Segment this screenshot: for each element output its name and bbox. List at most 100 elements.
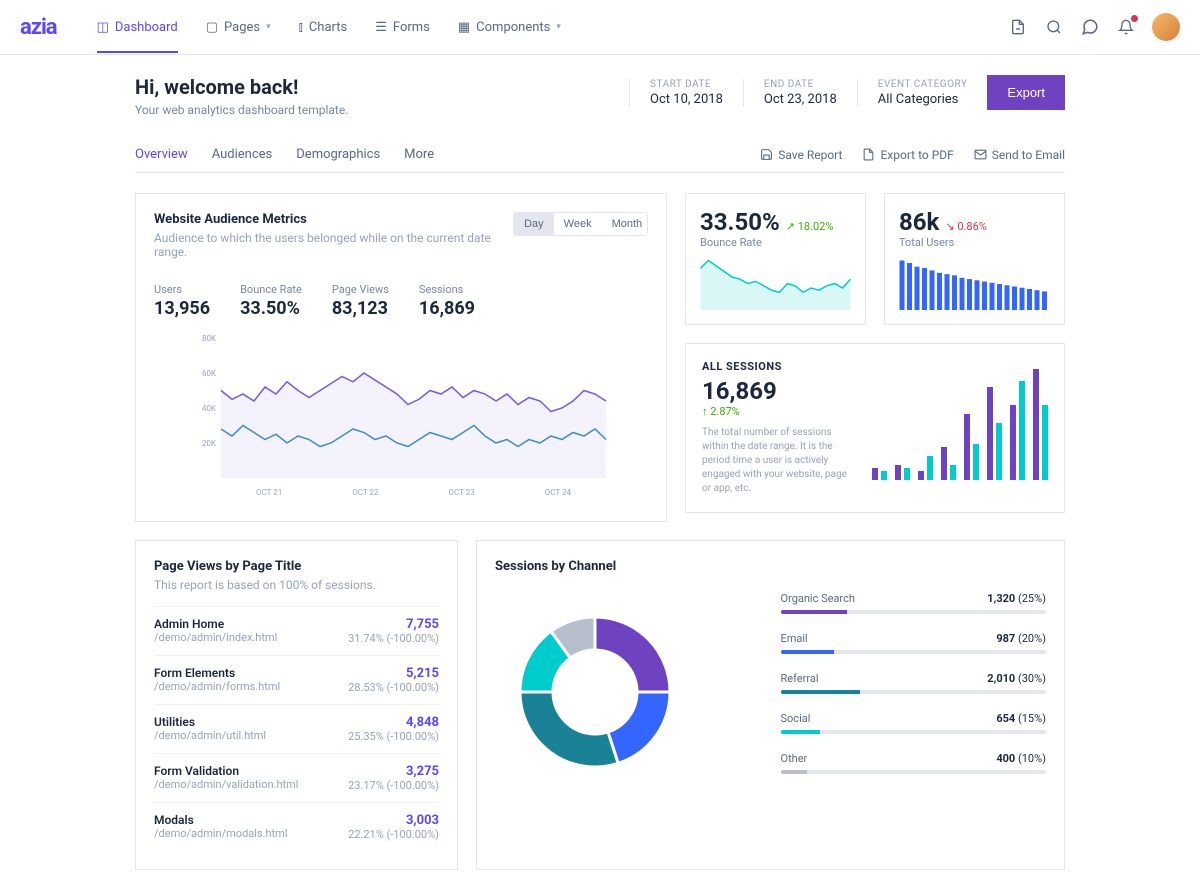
nav-icon: ◫ — [97, 20, 109, 35]
end-date-label: END DATE — [764, 79, 837, 90]
nav-icons — [1008, 13, 1180, 41]
all-sessions-card: ALL SESSIONS 16,869 ↑ 2.87% The total nu… — [685, 343, 1065, 513]
nav-left: azia ◫Dashboard ▢Pages▾ ⫾Charts ☰Forms ▦Comp… — [20, 2, 561, 53]
chevron-down-icon: ▾ — [556, 22, 561, 32]
audience-metrics-card: Website Audience Metrics Audience to whi… — [135, 193, 667, 522]
users-value: 86k — [899, 208, 939, 236]
page-views-card: Page Views by Page Title This report is … — [135, 540, 458, 870]
bounce-value: 33.50% — [700, 208, 780, 236]
bounce-sparkline — [700, 255, 851, 310]
nav-item-pages[interactable]: ▢Pages▾ — [206, 2, 271, 53]
export-button[interactable]: Export — [987, 75, 1065, 110]
audience-line-chart: 20K 40K 60K 80K OCT 21 OCT 22 OCT 23 OCT 24 — [154, 333, 648, 503]
chevron-down-icon: ▾ — [266, 22, 271, 32]
page-header: Hi, welcome back! Your web analytics das… — [135, 75, 1065, 117]
chat-icon[interactable] — [1080, 17, 1100, 37]
period-week[interactable]: Week — [554, 213, 602, 235]
tab-overview[interactable]: Overview — [135, 137, 188, 172]
bell-icon[interactable] — [1116, 17, 1136, 37]
sessions-bar-chart — [868, 360, 1048, 480]
bounce-rate-card: 33.50% ↗ 18.02% Bounce Rate — [685, 193, 866, 325]
export-pdf-link[interactable]: Export to PDF — [862, 148, 953, 162]
period-month[interactable]: Month — [602, 213, 648, 235]
stat-block: Users13,956 — [154, 283, 210, 319]
pageview-row[interactable]: Modals/demo/admin/modals.html3,00322.21%… — [154, 802, 439, 851]
start-date-group[interactable]: START DATE Oct 10, 2018 — [629, 79, 723, 107]
nav-icon: ▢ — [206, 20, 218, 35]
nav-item-dashboard[interactable]: ◫Dashboard — [97, 2, 178, 53]
action-links: Save Report Export to PDF Send to Email — [760, 148, 1065, 162]
pageview-row[interactable]: Utilities/demo/admin/util.html4,84825.35… — [154, 704, 439, 753]
channel-row: Social654 (15%) — [781, 712, 1047, 734]
channels-title: Sessions by Channel — [495, 559, 1046, 574]
users-label: Total Users — [899, 236, 1050, 249]
svg-text:OCT 23: OCT 23 — [449, 488, 475, 497]
channel-row: Organic Search1,320 (25%) — [781, 592, 1047, 614]
sessions-title: ALL SESSIONS — [702, 360, 852, 373]
period-day[interactable]: Day — [514, 213, 554, 235]
svg-text:OCT 22: OCT 22 — [352, 488, 379, 497]
bounce-label: Bounce Rate — [700, 236, 851, 249]
start-date-value: Oct 10, 2018 — [650, 92, 723, 107]
nav-item-charts[interactable]: ⫾Charts — [299, 2, 348, 53]
header-controls: START DATE Oct 10, 2018 END DATE Oct 23,… — [629, 75, 1065, 110]
tabs-row: Overview Audiences Demographics More Save R… — [135, 137, 1065, 173]
avatar[interactable] — [1152, 13, 1180, 41]
end-date-group[interactable]: END DATE Oct 23, 2018 — [743, 79, 837, 107]
channel-donut-chart — [495, 592, 695, 792]
pageview-row[interactable]: Form Validation/demo/admin/validation.ht… — [154, 753, 439, 802]
audience-title: Website Audience Metrics — [154, 212, 513, 227]
navbar: azia ◫Dashboard ▢Pages▾ ⫾Charts ☰Forms ▦Comp… — [0, 0, 1200, 55]
page-title: Hi, welcome back! — [135, 75, 348, 99]
event-category-group[interactable]: EVENT CATEGORY All Categories — [857, 79, 968, 107]
sessions-value: 16,869 — [702, 377, 852, 405]
sessions-by-channel-card: Sessions by Channel Organic Search1,320 … — [476, 540, 1065, 870]
nav-item-components[interactable]: ▦Components▾ — [458, 2, 561, 53]
nav-menu: ◫Dashboard ▢Pages▾ ⫾Charts ☰Forms ▦Component… — [97, 2, 561, 53]
welcome-block: Hi, welcome back! Your web analytics das… — [135, 75, 348, 117]
pageview-row[interactable]: Admin Home/demo/admin/index.html7,75531.… — [154, 606, 439, 655]
event-category-label: EVENT CATEGORY — [878, 79, 968, 90]
tab-more[interactable]: More — [404, 137, 434, 172]
pageviews-title: Page Views by Page Title — [154, 559, 439, 574]
sessions-desc: The total number of sessions within the … — [702, 426, 852, 496]
brand-logo[interactable]: azia — [20, 15, 57, 40]
svg-text:20K: 20K — [202, 439, 217, 448]
file-icon[interactable] — [1008, 17, 1028, 37]
tab-audiences[interactable]: Audiences — [212, 137, 273, 172]
stat-block: Sessions16,869 — [419, 283, 475, 319]
channel-list: Organic Search1,320 (25%) Email987 (20%) R… — [781, 592, 1047, 792]
start-date-label: START DATE — [650, 79, 723, 90]
nav-item-forms[interactable]: ☰Forms — [375, 2, 430, 53]
tabs: Overview Audiences Demographics More — [135, 137, 434, 172]
period-selector: DayWeekMonth — [513, 212, 648, 236]
channel-row: Referral2,010 (30%) — [781, 672, 1047, 694]
users-sparkline — [899, 255, 1050, 310]
nav-icon: ☰ — [375, 20, 387, 35]
save-report-link[interactable]: Save Report — [760, 148, 842, 162]
search-icon[interactable] — [1044, 17, 1064, 37]
pageviews-list: Admin Home/demo/admin/index.html7,75531.… — [154, 606, 439, 851]
stat-block: Bounce Rate33.50% — [240, 283, 302, 319]
sessions-delta: ↑ 2.87% — [702, 405, 852, 418]
audience-stats: Users13,956 Bounce Rate33.50% Page Views83… — [154, 283, 648, 319]
notification-badge — [1131, 15, 1138, 22]
audience-subtitle: Audience to which the users belonged whi… — [154, 231, 513, 259]
end-date-value: Oct 23, 2018 — [764, 92, 837, 107]
event-category-value: All Categories — [878, 92, 968, 107]
channel-row: Other400 (10%) — [781, 752, 1047, 774]
stat-block: Page Views83,123 — [332, 283, 389, 319]
svg-text:OCT 21: OCT 21 — [256, 488, 282, 497]
nav-icon: ▦ — [458, 20, 470, 35]
channel-row: Email987 (20%) — [781, 632, 1047, 654]
page-subtitle: Your web analytics dashboard template. — [135, 103, 348, 117]
send-email-link[interactable]: Send to Email — [974, 148, 1065, 162]
svg-text:OCT 24: OCT 24 — [545, 488, 572, 497]
tab-demographics[interactable]: Demographics — [296, 137, 380, 172]
pageview-row[interactable]: Form Elements/demo/admin/forms.html5,215… — [154, 655, 439, 704]
total-users-card: 86k ↘ 0.86% Total Users — [884, 193, 1065, 325]
svg-text:60K: 60K — [202, 369, 217, 378]
svg-text:80K: 80K — [202, 334, 217, 343]
users-delta: ↘ 0.86% — [945, 220, 986, 233]
svg-text:40K: 40K — [202, 404, 217, 413]
